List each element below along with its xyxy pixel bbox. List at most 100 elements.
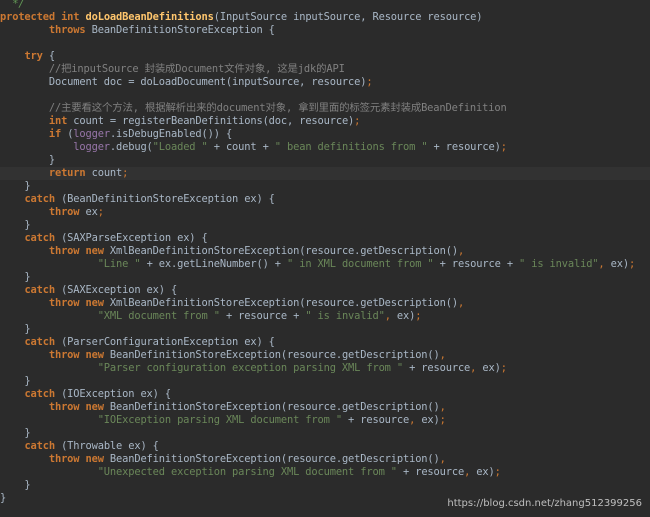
code-token: (SAXParseException ex) { [61,232,208,244]
code-line[interactable]: protected int doLoadBeanDefinitions(Inpu… [0,11,650,24]
code-token: { [48,50,55,62]
code-token: ; [628,258,636,270]
code-line[interactable]: Document doc = doLoadDocument(inputSourc… [0,76,650,89]
code-token: catch [24,284,62,296]
code-line[interactable]: return count; [0,167,650,180]
code-line[interactable]: if (logger.isDebugEnabled()) { [0,128,650,141]
code-token: " bean definitions from " [274,141,434,153]
code-line[interactable]: int count = registerBeanDefinitions(doc,… [0,115,650,128]
code-token: .isDebugEnabled()) { [109,128,233,140]
code-line[interactable]: } [0,271,650,284]
code-token: logger [73,128,110,140]
code-line[interactable]: throw new BeanDefinitionStoreException(r… [0,401,650,414]
code-token: " is invalid" [519,258,599,270]
code-token: (IOException ex) { [61,388,171,400]
code-line[interactable]: throw ex; [0,206,650,219]
code-token: ; [366,76,373,88]
code-line[interactable]: } [0,375,650,388]
code-token: + resource + [439,258,520,270]
code-token: ex) [610,258,629,270]
code-token: } [0,492,7,504]
code-line[interactable]: "Line " + ex.getLineNumber() + " in XML … [0,258,650,271]
code-line[interactable]: "IOException parsing XML document from "… [0,414,650,427]
code-token: ex [85,206,98,218]
code-token: XmlBeanDefinitionStoreException(resource… [109,245,458,257]
code-line[interactable]: } [0,154,650,167]
code-token: (Throwable ex) { [61,440,159,452]
code-token: } [0,479,31,491]
code-line[interactable]: //把inputSource 封装成Document文件对象, 这是jdk的AP… [0,63,650,76]
code-token: + resource + [225,310,306,322]
code-line[interactable]: } [0,427,650,440]
code-line[interactable]: throw new BeanDefinitionStoreException(r… [0,349,650,362]
code-line[interactable]: } [0,180,650,193]
code-token: " is invalid" [305,310,385,322]
code-token: + ex.getLineNumber() + [146,258,287,270]
code-token: ; [97,206,104,218]
code-token: (SAXException ex) { [61,284,178,296]
code-token: throw new [48,453,110,465]
code-line[interactable]: } [0,479,650,492]
code-token: BeanDefinitionStoreException(resource.ge… [109,453,440,465]
code-line[interactable]: logger.debug("Loaded " + count + " bean … [0,141,650,154]
code-line[interactable]: throw new XmlBeanDefinitionStoreExceptio… [0,245,650,258]
code-line[interactable] [0,37,650,50]
code-line[interactable]: catch (IOException ex) { [0,388,650,401]
code-token: "Parser configuration exception parsing … [97,362,410,374]
code-token: "Unexpected exception parsing XML docume… [97,466,403,478]
code-line[interactable]: throw new XmlBeanDefinitionStoreExceptio… [0,297,650,310]
code-token: , [464,466,477,478]
code-token: .debug( [109,141,153,153]
code-token: ; [122,167,129,179]
code-line[interactable]: } [0,219,650,232]
code-token: ex) [421,414,440,426]
code-token: , [439,401,446,413]
code-token: //主要看这个方法, 根据解析出来的document对象, 拿到里面的标签元素封… [48,102,507,114]
code-token: return [48,167,92,179]
code-token: , [409,414,422,426]
code-line[interactable]: catch (SAXParseException ex) { [0,232,650,245]
code-token: logger [73,141,110,153]
code-token: throw new [48,245,110,257]
code-token: (BeanDefinitionStoreException ex) { [61,193,275,205]
code-token: ex) [476,466,495,478]
code-token: catch [24,193,62,205]
code-line[interactable]: "XML document from " + resource + " is i… [0,310,650,323]
code-token: , [470,362,483,374]
code-line[interactable]: throw new BeanDefinitionStoreException(r… [0,453,650,466]
code-line[interactable]: throws BeanDefinitionStoreException { [0,24,650,37]
code-line[interactable]: catch (Throwable ex) { [0,440,650,453]
code-token: , [439,349,446,361]
code-line[interactable]: "Parser configuration exception parsing … [0,362,650,375]
code-token: , [457,245,465,257]
code-line[interactable]: */ [0,0,650,11]
code-line[interactable]: catch (SAXException ex) { [0,284,650,297]
code-line[interactable] [0,89,650,102]
code-area[interactable]: */protected int doLoadBeanDefinitions(In… [0,0,650,505]
code-editor[interactable]: */protected int doLoadBeanDefinitions(In… [0,0,650,517]
code-line[interactable]: "Unexpected exception parsing XML docume… [0,466,650,479]
code-line[interactable]: try { [0,50,650,63]
code-line[interactable]: //主要看这个方法, 根据解析出来的document对象, 拿到里面的标签元素封… [0,102,650,115]
code-token: BeanDefinitionStoreException(resource.ge… [109,349,440,361]
code-line[interactable]: catch (BeanDefinitionStoreException ex) … [0,193,650,206]
code-line[interactable]: } [0,323,650,336]
code-line[interactable]: catch (ParserConfigurationException ex) … [0,336,650,349]
